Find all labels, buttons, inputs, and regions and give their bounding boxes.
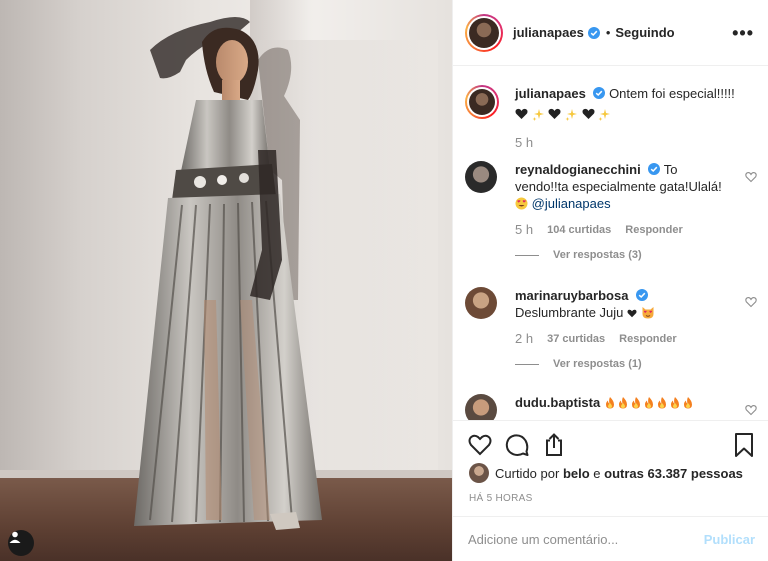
sparkles-icon (598, 109, 611, 121)
reply-button[interactable]: Responder (619, 333, 676, 345)
post-timestamp[interactable]: Há 5 horas (469, 493, 533, 504)
caption-username[interactable]: julianapaes (515, 86, 586, 101)
comment-time[interactable]: 5 h (515, 222, 533, 237)
author-avatar[interactable] (465, 13, 503, 52)
caption-text: Ontem foi especial!!!!! (609, 86, 735, 101)
comments-list[interactable]: julianapaes Ontem foi especial!!!!! 5 h … (453, 67, 768, 420)
heart-eyes-cat-icon (642, 307, 654, 319)
verified-badge-icon (636, 289, 649, 301)
comment-item: dudu.baptista (465, 394, 757, 420)
heart-eyes-face-icon (515, 197, 528, 210)
commenter-avatar[interactable] (465, 161, 497, 193)
following-button[interactable]: Seguindo (615, 25, 674, 40)
view-replies-label: Ver respostas (1) (553, 358, 642, 370)
liked-by-prefix: Curtido por (495, 465, 560, 481)
woman-in-silver-dress-figure (134, 17, 322, 530)
add-comment-bar: Publicar (453, 516, 768, 561)
more-options-icon[interactable]: ••• (732, 24, 754, 42)
caption-author-avatar[interactable] (465, 85, 499, 119)
sparkles-icon (532, 109, 544, 121)
comment-text: Deslumbrante Juju (515, 305, 624, 320)
fire-icon (644, 397, 653, 409)
tagged-users-button[interactable] (8, 530, 34, 556)
separator-dot: • (605, 25, 611, 40)
comment-item: reynaldogianecchini To vendo!!ta especia… (465, 161, 757, 261)
fire-icon (683, 397, 692, 409)
fire-icon (657, 397, 666, 409)
verified-badge-icon (648, 163, 661, 175)
post-action-bar (453, 420, 768, 468)
like-comment-heart-icon[interactable] (745, 296, 757, 308)
caption-row: julianapaes Ontem foi especial!!!!! 5 h (465, 85, 757, 150)
fire-icon (670, 397, 679, 409)
like-comment-heart-icon[interactable] (745, 171, 757, 183)
verified-badge-icon (587, 26, 600, 39)
view-replies-button[interactable]: Ver respostas (3) (515, 249, 757, 261)
comment-username[interactable]: reynaldogianecchini (515, 162, 641, 177)
add-comment-input[interactable] (468, 531, 704, 547)
like-heart-icon[interactable] (467, 432, 493, 458)
liked-by-user[interactable]: belo (563, 466, 590, 481)
comment-bubble-icon[interactable] (504, 432, 530, 458)
comment-mention[interactable]: @julianapaes (532, 196, 611, 211)
share-icon[interactable] (541, 432, 567, 458)
commenter-avatar[interactable] (465, 394, 497, 420)
caption-emojis (515, 106, 611, 123)
replies-divider (515, 254, 539, 256)
caption-time[interactable]: 5 h (515, 135, 533, 150)
comment-likes[interactable]: 37 curtidas (547, 333, 605, 345)
view-replies-label: Ver respostas (3) (553, 249, 642, 261)
comment-likes[interactable]: 104 curtidas (547, 224, 611, 236)
sparkles-icon (565, 109, 577, 121)
liked-by-conjunction: e (593, 465, 601, 481)
commenter-avatar[interactable] (465, 287, 497, 319)
comment-username[interactable]: marinaruybarbosa (515, 288, 628, 303)
replies-divider (515, 363, 539, 365)
fire-icon (618, 397, 627, 409)
liker-avatar (469, 463, 489, 483)
post-side-panel: julianapaes • Seguindo ••• julianapaes O… (452, 0, 768, 561)
black-heart-icon (515, 108, 528, 119)
fire-icon (631, 397, 640, 409)
comment-time[interactable]: 2 h (515, 331, 533, 346)
like-comment-heart-icon[interactable] (745, 404, 757, 416)
comment-username[interactable]: dudu.baptista (515, 395, 600, 410)
black-heart-icon (548, 108, 561, 119)
black-heart-icon (582, 108, 594, 119)
verified-badge-icon (593, 87, 606, 99)
publish-button[interactable]: Publicar (704, 532, 755, 547)
post-photo[interactable] (0, 0, 452, 561)
author-username[interactable]: julianapaes (513, 25, 584, 40)
black-heart-icon (627, 309, 637, 318)
liked-by-line[interactable]: Curtido por belo e outras 63.387 pessoas (469, 463, 743, 483)
view-replies-button[interactable]: Ver respostas (1) (515, 358, 757, 370)
liked-by-others[interactable]: outras 63.387 pessoas (604, 466, 743, 481)
fire-icon (605, 397, 614, 409)
fire-emojis (604, 395, 695, 410)
comment-item: marinaruybarbosa Deslumbrante Juju 2 h 3… (465, 287, 757, 370)
post-header: julianapaes • Seguindo ••• (453, 0, 768, 66)
user-tag-icon (9, 531, 21, 543)
reply-button[interactable]: Responder (625, 224, 682, 236)
save-bookmark-icon[interactable] (731, 432, 757, 458)
